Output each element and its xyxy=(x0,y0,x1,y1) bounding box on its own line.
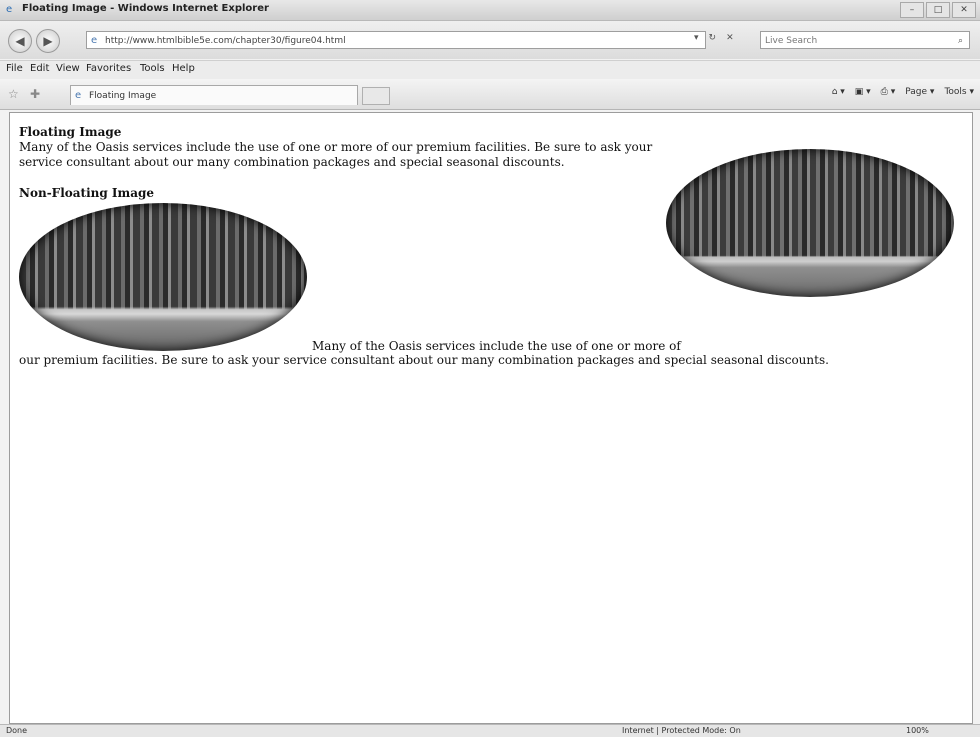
content-body: Floating Image Many of the Oasis service… xyxy=(19,125,959,368)
status-bar: Done Internet | Protected Mode: On 100% xyxy=(0,724,980,737)
menu-favorites[interactable]: Favorites xyxy=(86,63,131,74)
browser-window: e Floating Image - Windows Internet Expl… xyxy=(0,0,980,737)
command-bar: ☆ ✚ e Floating Image ⌂ ▾ ▣ ▾ ⎙ ▾ Page ▾ … xyxy=(0,79,980,110)
menu-edit[interactable]: Edit xyxy=(30,63,49,74)
paragraph-floating: Many of the Oasis services include the u… xyxy=(19,140,653,169)
page-content: Floating Image Many of the Oasis service… xyxy=(9,112,973,724)
feeds-icon[interactable]: ▣ ▾ xyxy=(855,87,871,97)
paragraph-nonfloating-line1: Many of the Oasis services include the u… xyxy=(312,339,681,353)
tab-label: Floating Image xyxy=(89,91,157,101)
maximize-button[interactable]: □ xyxy=(926,2,950,18)
minimize-button[interactable]: – xyxy=(900,2,924,18)
search-input[interactable]: Live Search ⌕ xyxy=(760,31,970,49)
menu-file[interactable]: File xyxy=(6,63,23,74)
heading-floating-image: Floating Image xyxy=(19,125,122,139)
command-tools: ⌂ ▾ ▣ ▾ ⎙ ▾ Page ▾ Tools ▾ xyxy=(832,87,974,97)
search-placeholder: Live Search xyxy=(765,36,818,46)
close-button[interactable]: ✕ xyxy=(952,2,976,18)
nonfloat-spacer: Many of the Oasis services include the u… xyxy=(19,201,959,353)
search-icon[interactable]: ⌕ xyxy=(958,32,963,50)
back-arrow-icon[interactable]: ◀ xyxy=(8,29,32,53)
add-favorite-icon[interactable]: ✚ xyxy=(30,87,40,101)
page-menu-button[interactable]: Page ▾ xyxy=(905,87,934,97)
address-actions: ▾ ↻ ✕ xyxy=(694,33,734,43)
window-controls: – □ ✕ xyxy=(900,2,976,18)
window-title: Floating Image - Windows Internet Explor… xyxy=(22,3,269,14)
zoom-level[interactable]: 100% xyxy=(906,726,929,735)
star-icon[interactable]: ☆ xyxy=(8,87,19,101)
address-bar[interactable]: e http://www.htmlbible5e.com/chapter30/f… xyxy=(86,31,706,49)
status-text: Done xyxy=(6,726,28,735)
ie-icon: e xyxy=(6,4,13,15)
menu-bar: File Edit View Favorites Tools Help xyxy=(0,60,980,80)
heading-non-floating-image: Non-Floating Image xyxy=(19,186,155,200)
printer-icon[interactable]: ⎙ ▾ xyxy=(881,87,896,97)
address-toolbar: ◀ ▶ e http://www.htmlbible5e.com/chapter… xyxy=(0,21,980,59)
refresh-button[interactable]: ↻ xyxy=(709,33,717,43)
address-url: http://www.htmlbible5e.com/chapter30/fig… xyxy=(105,36,346,46)
menu-view[interactable]: View xyxy=(56,63,80,74)
paragraph-nonfloating-line2: our premium facilities. Be sure to ask y… xyxy=(19,353,829,367)
home-icon[interactable]: ⌂ ▾ xyxy=(832,87,845,97)
security-zone[interactable]: Internet | Protected Mode: On xyxy=(622,726,741,735)
address-dropdown-button[interactable]: ▾ xyxy=(694,33,699,43)
stop-button[interactable]: ✕ xyxy=(726,33,734,43)
non-floating-landscape-image xyxy=(19,203,307,351)
new-tab-button[interactable] xyxy=(362,87,390,105)
tools-menu-button[interactable]: Tools ▾ xyxy=(944,87,974,97)
page-icon: e xyxy=(75,90,82,101)
title-bar: e Floating Image - Windows Internet Expl… xyxy=(0,0,980,21)
menu-tools[interactable]: Tools xyxy=(140,63,165,74)
tab-floating-image[interactable]: e Floating Image xyxy=(70,85,358,105)
menu-help[interactable]: Help xyxy=(172,63,195,74)
forward-arrow-icon[interactable]: ▶ xyxy=(36,29,60,53)
page-icon: e xyxy=(91,35,98,46)
